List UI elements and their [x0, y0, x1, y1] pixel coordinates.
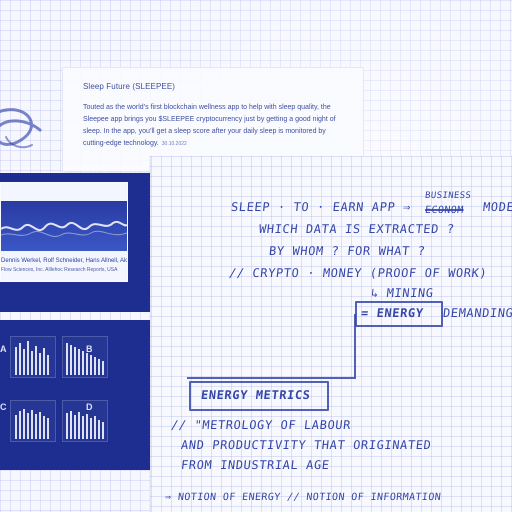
note-industrial-age: FROM INDUSTRIAL AGE	[180, 458, 331, 472]
note-metrology: // "METROLOGY OF LABOUR	[170, 418, 352, 432]
scribble-decoration	[0, 108, 42, 149]
quadrant-a	[10, 336, 56, 378]
sleep-wave-graphic	[1, 220, 127, 237]
bars-c-icon	[15, 409, 49, 439]
article-title: Sleep Future (SLEEPEE)	[83, 82, 176, 91]
bars-a-icon	[15, 341, 49, 375]
note-final-line: ⇒ NOTION OF ENERGY // NOTION OF INFORMAT…	[164, 492, 442, 503]
quadrant-label-c: C	[0, 402, 7, 412]
bars-d-icon	[66, 411, 104, 439]
note-productivity: AND PRODUCTIVITY THAT ORIGINATED	[180, 438, 433, 452]
image-panel-bottom: A B C D	[0, 320, 152, 470]
quadrant-label-a: A	[0, 344, 7, 354]
article-body-text: Touted as the world’s first blockchain w…	[83, 104, 336, 147]
quadrant-label-b: B	[86, 344, 93, 354]
quadrant-d	[62, 400, 108, 442]
image-panel-top: Dennis Werkel, Rolf Schneider, Hans Alln…	[0, 173, 152, 312]
notebook-page: SLEEP · TO · EARN APP ⇒ BUSINESS ECONOM …	[150, 156, 512, 512]
quadrant-label-d: D	[86, 402, 93, 412]
image-caption-line1: Dennis Werkel, Rolf Schneider, Hans Alln…	[1, 258, 127, 264]
bars-b-icon	[66, 343, 104, 375]
article-small-note: 30.10.2022	[161, 141, 187, 147]
energy-metrics-text: ENERGY METRICS	[200, 388, 312, 402]
quadrant-b	[62, 336, 108, 378]
article-body: Touted as the world’s first blockchain w…	[83, 102, 343, 150]
quadrant-c	[10, 400, 56, 442]
image-caption-line2: Flow Sciences, Inc. Alllehoc Research Re…	[1, 267, 118, 273]
image-panel-top-inner: Dennis Werkel, Rolf Schneider, Hans Alln…	[0, 182, 128, 282]
